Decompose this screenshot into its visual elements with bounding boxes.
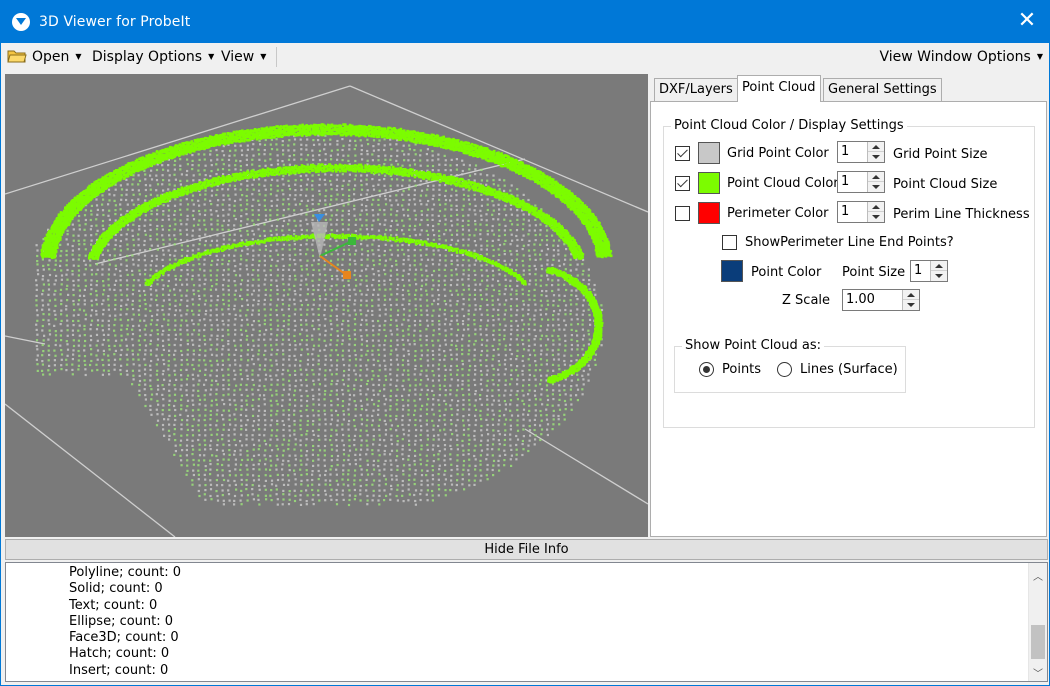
perimeter-color-swatch[interactable] [698,202,720,224]
z-scale-value: 1.00 [846,292,875,307]
stepper-buttons [930,261,947,281]
chevron-down-icon: ▼ [75,52,82,61]
show-as-title: Show Point Cloud as: [682,338,825,353]
file-info-line: Solid; count: 0 [69,581,163,597]
point-color-swatch[interactable] [721,260,743,282]
stepper-buttons [867,172,884,192]
view-menu[interactable]: View ▼ [221,49,266,65]
stepper-buttons [867,202,884,222]
tab-point-cloud[interactable]: Point Cloud [737,75,821,102]
point-cloud-size-value: 1 [841,174,850,189]
chevron-down-icon: ▼ [1036,52,1043,61]
grid-point-size-label: Grid Point Size [893,147,988,162]
file-info-line: Polyline; count: 0 [69,565,182,580]
points-radio-label: Points [722,362,762,377]
show-perimeter-end-points-checkbox[interactable] [722,235,737,250]
display-options-label: Display Options [92,49,203,65]
open-menu[interactable]: Open ▼ [7,49,82,65]
arrow-up-icon[interactable] [868,142,884,152]
tab-dxf-layers[interactable]: DXF/Layers [654,78,738,102]
stepper-buttons [867,142,884,162]
points-radio[interactable] [699,362,714,377]
perimeter-color-label: Perimeter Color [727,206,829,221]
chevron-up-icon[interactable]: ︿ [1032,568,1044,583]
tab-general-settings[interactable]: General Settings [823,78,942,102]
perimeter-checkbox[interactable] [675,206,690,221]
menu-separator [276,47,277,67]
point-cloud-canvas[interactable] [5,74,648,537]
settings-panel: DXF/Layers Point Cloud General Settings … [650,74,1048,537]
point-size-stepper[interactable]: 1 [910,260,948,282]
arrow-up-icon[interactable] [868,202,884,212]
file-info-list: Polyline; count: 0 Solid; count: 0 Text; c… [69,565,181,679]
3d-viewport[interactable] [5,74,648,537]
point-size-value: 1 [914,263,923,278]
open-menu-label: Open [32,49,70,65]
point-cloud-size-label: Point Cloud Size [893,177,998,192]
point-cloud-tab-content: Point Cloud Color / Display Settings Gri… [650,101,1047,537]
arrow-down-icon[interactable] [868,152,884,162]
window-title: 3D Viewer for ProbeIt [39,14,191,30]
file-info-line: Text; count: 0 [69,597,158,613]
display-options-menu[interactable]: Display Options ▼ [92,49,214,65]
point-cloud-checkbox[interactable] [675,176,690,191]
close-button[interactable]: ✕ [1015,9,1039,33]
hide-file-info-button[interactable]: Hide File Info [5,539,1048,560]
file-info-line: Insert; count: 0 [69,662,169,678]
point-cloud [35,123,613,507]
menu-bar: Open ▼ Display Options ▼ View ▼ View Window… [1,43,1049,73]
perimeter-thickness-value: 1 [841,204,850,219]
group-title: Point Cloud Color / Display Settings [671,118,907,133]
chevron-down-icon: ▼ [208,52,215,61]
arrow-down-icon[interactable] [931,271,947,281]
perimeter-thickness-stepper[interactable]: 1 [837,201,885,223]
stepper-buttons [902,290,919,310]
file-info-panel[interactable]: Polyline; count: 0 Solid; count: 0 Text; c… [5,562,1048,682]
lines-surface-radio[interactable] [777,362,792,377]
file-info-line: Hatch; count: 0 [69,646,170,662]
arrow-up-icon[interactable] [868,172,884,182]
view-window-options-label: View Window Options [879,49,1031,65]
file-info-line: Face3D; count: 0 [69,630,179,646]
file-info-line: Ellipse; count: 0 [69,613,174,629]
arrow-up-icon[interactable] [903,290,919,300]
point-color-label: Point Color [751,265,822,280]
point-cloud-color-label: Point Cloud Color [727,176,839,191]
grid-point-checkbox[interactable] [675,146,690,161]
arrow-down-icon[interactable] [903,300,919,310]
perimeter-thickness-label: Perim Line Thickness [893,207,1030,222]
arrow-down-icon[interactable] [868,182,884,192]
app-window: 3D Viewer for ProbeIt ✕ Open ▼ Display Op… [0,0,1050,686]
grid-point-color-label: Grid Point Color [727,146,829,161]
grid-point-color-swatch[interactable] [698,142,720,164]
chevron-down-icon: ▼ [260,52,267,61]
app-icon [12,13,30,31]
point-size-label: Point Size [842,265,906,280]
arrow-down-icon[interactable] [868,212,884,222]
lines-surface-radio-label: Lines (Surface) [800,362,898,377]
file-info-scrollbar[interactable]: ︿ ﹀ [1028,563,1047,681]
view-menu-label: View [221,49,255,65]
arrow-up-icon[interactable] [931,261,947,271]
open-folder-icon [7,50,27,63]
chevron-down-icon[interactable]: ﹀ [1032,665,1044,680]
show-perimeter-end-points-label: ShowPerimeter Line End Points? [745,235,954,250]
view-window-options-menu[interactable]: View Window Options ▼ [880,49,1044,65]
grid-point-size-stepper[interactable]: 1 [837,141,885,163]
point-cloud-color-swatch[interactable] [698,172,720,194]
z-scale-stepper[interactable]: 1.00 [842,289,920,311]
scrollbar-thumb[interactable] [1031,625,1045,659]
point-cloud-size-stepper[interactable]: 1 [837,171,885,193]
z-scale-label: Z Scale [782,293,831,308]
title-bar[interactable]: 3D Viewer for ProbeIt ✕ [1,1,1049,43]
grid-point-size-value: 1 [841,144,850,159]
